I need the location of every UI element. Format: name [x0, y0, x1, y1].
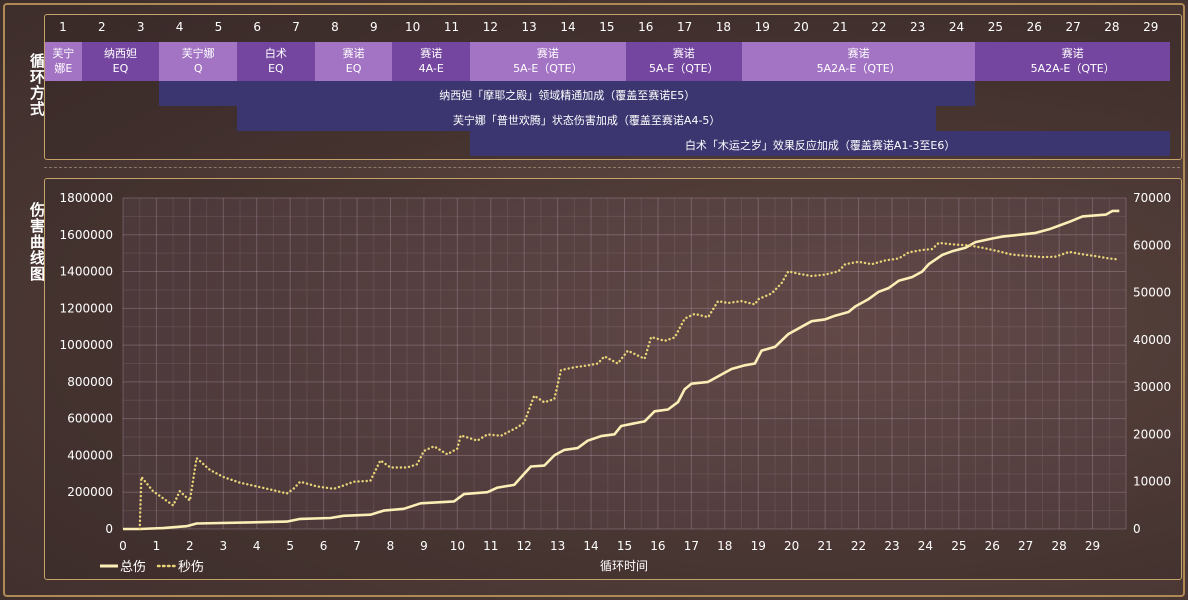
left-tick-label: 600000	[67, 412, 113, 426]
x-tick-label: 27	[1018, 539, 1033, 553]
x-tick-label: 23	[884, 539, 899, 553]
x-tick-label: 5	[286, 539, 294, 553]
x-tick-label: 15	[617, 539, 632, 553]
x-tick-label: 0	[119, 539, 127, 553]
x-tick-label: 17	[684, 539, 699, 553]
x-tick-label: 22	[851, 539, 866, 553]
right-tick-label: 50000	[1133, 286, 1171, 300]
x-axis-label: 循环时间	[600, 559, 648, 573]
x-tick-label: 20	[784, 539, 799, 553]
left-axis-ticks: 0 200000 400000 600000 800000 1000000 1200000 1…	[60, 191, 113, 536]
x-tick-label: 18	[717, 539, 732, 553]
x-tick-label: 7	[353, 539, 361, 553]
x-tick-label: 26	[985, 539, 1000, 553]
left-tick-label: 1000000	[60, 338, 113, 352]
x-tick-label: 16	[650, 539, 665, 553]
x-tick-label: 6	[320, 539, 328, 553]
x-tick-label: 12	[517, 539, 532, 553]
x-tick-label: 24	[918, 539, 933, 553]
x-tick-label: 28	[1051, 539, 1066, 553]
left-tick-label: 1600000	[60, 228, 113, 242]
left-tick-label: 0	[105, 522, 113, 536]
x-tick-label: 3	[219, 539, 227, 553]
x-tick-label: 9	[420, 539, 428, 553]
x-tick-label: 19	[751, 539, 766, 553]
legend: 总伤 秒伤	[100, 560, 204, 575]
right-tick-label: 20000	[1133, 427, 1171, 441]
x-axis-ticks: 0 1 2 3 4 5 6 7 8 9 10 11 12 13 14 15 16 17 18 19 20 21 22 23 24…	[119, 539, 1100, 553]
right-tick-label: 60000	[1133, 238, 1171, 252]
x-tick-label: 25	[951, 539, 966, 553]
legend-total-label: 总伤	[120, 560, 146, 575]
legend-dps-label: 秒伤	[178, 560, 204, 575]
x-tick-label: 29	[1085, 539, 1100, 553]
right-tick-label: 30000	[1133, 380, 1171, 394]
left-tick-label: 200000	[67, 485, 113, 499]
right-tick-label: 10000	[1133, 475, 1171, 489]
right-axis-ticks: 0 10000 20000 30000 40000 50000 60000 70000	[1133, 191, 1171, 536]
left-tick-label: 800000	[67, 375, 113, 389]
x-tick-label: 14	[583, 539, 598, 553]
x-tick-label: 11	[483, 539, 498, 553]
left-tick-label: 400000	[67, 448, 113, 462]
x-tick-label: 4	[253, 539, 261, 553]
x-tick-label: 13	[550, 539, 565, 553]
right-tick-label: 0	[1133, 522, 1141, 536]
right-tick-label: 70000	[1133, 191, 1171, 205]
x-tick-label: 21	[817, 539, 832, 553]
left-tick-label: 1200000	[60, 301, 113, 315]
left-tick-label: 1400000	[60, 265, 113, 279]
x-tick-label: 2	[186, 539, 194, 553]
left-tick-label: 1800000	[60, 191, 113, 205]
x-tick-label: 1	[153, 539, 161, 553]
x-tick-label: 8	[387, 539, 395, 553]
grid-lines	[122, 197, 1127, 530]
damage-chart: 0200000400000600000800000100000012000001…	[60, 191, 1172, 575]
x-tick-label: 10	[450, 539, 465, 553]
right-tick-label: 40000	[1133, 333, 1171, 347]
